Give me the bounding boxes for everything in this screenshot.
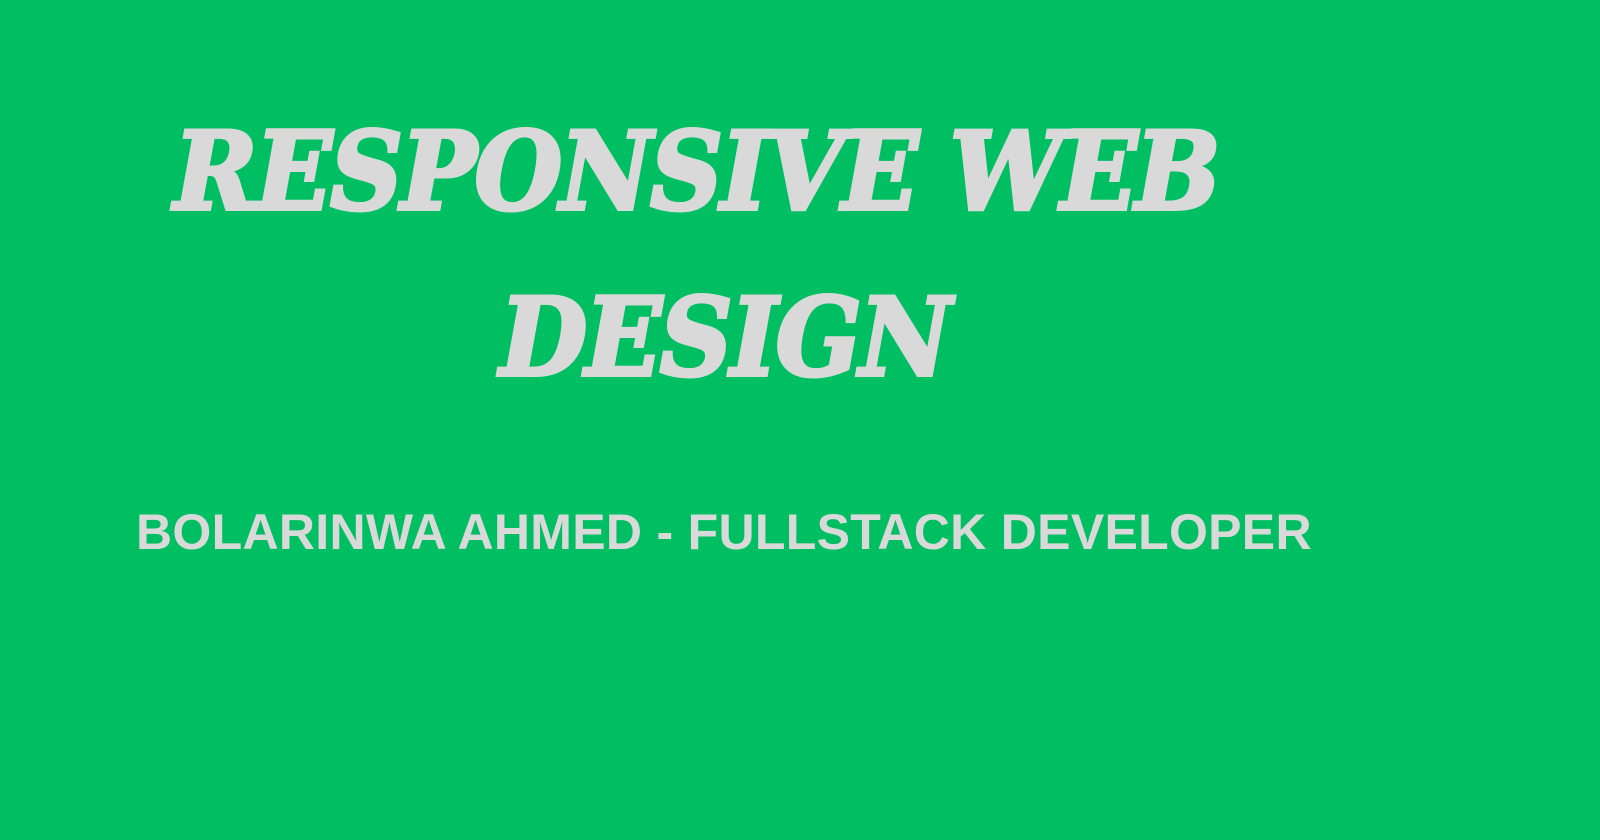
- title-line-2: DESIGN: [498, 275, 953, 401]
- title-line-1: RESPONSIVE WEB: [172, 109, 1222, 235]
- author-subtitle: BOLARINWA AHMED - FULLSTACK DEVELOPER: [136, 504, 1312, 560]
- banner: RESPONSIVE WEB DESIGN BOLARINWA AHMED - …: [0, 0, 1600, 840]
